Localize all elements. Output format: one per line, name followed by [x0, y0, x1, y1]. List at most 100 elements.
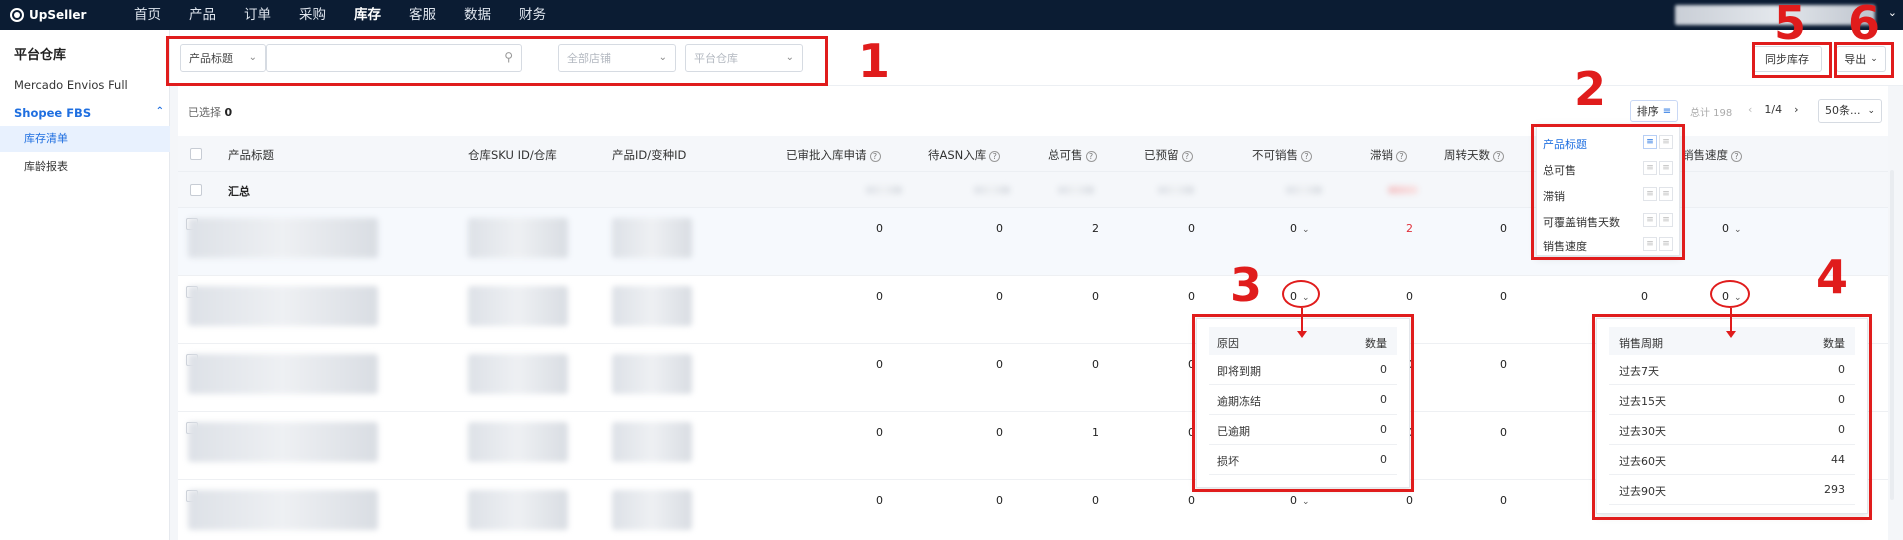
selected-label: 已选择: [188, 106, 221, 119]
page-size-select[interactable]: 50条... ⌄: [1818, 99, 1882, 123]
product-title-blurred: [188, 286, 378, 326]
pending-asn-value: 0: [996, 290, 1003, 303]
product-title-blurred: [188, 218, 378, 258]
nav-data[interactable]: 数据: [450, 0, 505, 30]
page-size-value: 50条...: [1825, 104, 1861, 117]
next-page-icon[interactable]: ›: [1794, 103, 1798, 116]
sort-button[interactable]: 排序 ≡: [1630, 100, 1678, 122]
product-id-blurred: [612, 354, 692, 394]
product-id-blurred: [612, 490, 692, 530]
help-icon[interactable]: ?: [1493, 151, 1504, 162]
col-sales-speed[interactable]: 销售速度?: [1682, 147, 1742, 163]
summary-blurred-value: [1058, 186, 1094, 194]
vertical-scrollbar[interactable]: [1890, 170, 1894, 500]
product-title-blurred: [188, 354, 378, 394]
pending-asn-value: 0: [996, 358, 1003, 371]
nav-finance[interactable]: 财务: [505, 0, 560, 30]
col-product-title[interactable]: 产品标题: [228, 147, 274, 163]
turnover-days-value: 0: [1500, 290, 1507, 303]
col-label: 周转天数: [1444, 148, 1490, 162]
col-label: 已预留: [1144, 148, 1179, 162]
page-indicator: 1/4: [1764, 103, 1783, 116]
sku-blurred: [468, 286, 568, 326]
help-icon[interactable]: ?: [1181, 151, 1193, 162]
turnover-days-value: 0: [1500, 426, 1507, 439]
annotation-number-6: 6: [1848, 0, 1881, 50]
annotation-box-2: [1531, 124, 1685, 260]
annotation-number-3: 3: [1230, 258, 1263, 312]
sidebar-group-shopee-fbs[interactable]: Shopee FBS ⌃: [14, 106, 164, 120]
unsellable-dropdown[interactable]: 0 ⌄: [1290, 494, 1310, 507]
annotation-oval-4: [1710, 280, 1750, 308]
selected-count: 已选择 0: [188, 104, 232, 120]
product-id-blurred: [612, 218, 692, 258]
help-icon[interactable]: ?: [869, 151, 881, 162]
product-id-blurred: [612, 422, 692, 462]
sidebar-item-stock-age-report[interactable]: 库龄报表: [0, 154, 170, 180]
top-navbar: UpSeller 首页 产品 订单 采购 库存 客服 数据 财务 ⌄: [0, 0, 1903, 30]
sidebar-group-label: Shopee FBS: [14, 106, 92, 120]
product-id-blurred: [612, 286, 692, 326]
total-sellable-value: 0: [1092, 358, 1099, 371]
approved-inbound-value: 0: [876, 426, 883, 439]
approved-inbound-value: 0: [876, 290, 883, 303]
sku-blurred: [468, 218, 568, 258]
annotation-box-1: [166, 36, 828, 86]
col-label: 滞销: [1370, 148, 1393, 162]
nav-inventory[interactable]: 库存: [340, 0, 395, 30]
col-label: 销售速度: [1682, 148, 1728, 162]
annotation-number-2: 2: [1574, 62, 1607, 116]
annotation-number-1: 1: [858, 34, 891, 88]
summary-blurred-value: [1158, 186, 1194, 194]
col-product-id[interactable]: 产品ID/变种ID: [612, 147, 686, 163]
nav-products[interactable]: 产品: [175, 0, 230, 30]
annotation-box-3: [1192, 314, 1414, 492]
prev-page-icon[interactable]: ‹: [1748, 103, 1752, 116]
chevron-down-icon: ⌄: [1302, 497, 1310, 507]
help-icon[interactable]: ?: [989, 151, 1001, 162]
help-icon[interactable]: ?: [1731, 151, 1742, 162]
sidebar-title: 平台仓库: [14, 48, 67, 63]
col-reserved[interactable]: 已预留?: [1144, 147, 1193, 163]
col-warehouse-sku[interactable]: 仓库SKU ID/仓库: [468, 147, 557, 163]
help-icon[interactable]: ?: [1085, 151, 1097, 162]
nav-purchase[interactable]: 采购: [285, 0, 340, 30]
logo-text: UpSeller: [29, 8, 87, 22]
col-approved-inbound[interactable]: 已审批入库申请?: [786, 147, 881, 163]
upseller-logo[interactable]: UpSeller: [10, 8, 110, 22]
sidebar-item-mercado-envios-full[interactable]: Mercado Envios Full: [14, 78, 128, 92]
chevron-down-icon[interactable]: ⌄: [1888, 6, 1897, 19]
help-icon[interactable]: ?: [1301, 151, 1312, 162]
annotation-number-4: 4: [1816, 250, 1849, 304]
nav-service[interactable]: 客服: [395, 0, 450, 30]
sidebar: 平台仓库 Mercado Envios Full Shopee FBS ⌃ 库存…: [0, 30, 170, 540]
annotation-oval-3: [1282, 280, 1320, 308]
col-pending-asn[interactable]: 待ASN入库?: [928, 147, 1001, 163]
slow-moving-value: 0: [1406, 290, 1413, 303]
chevron-down-icon: ⌄: [1302, 225, 1310, 235]
select-all-checkbox[interactable]: [190, 148, 202, 160]
reserved-value: 0: [1188, 290, 1195, 303]
sales-speed-value: 0: [1722, 222, 1729, 235]
help-icon[interactable]: ?: [1396, 151, 1407, 162]
col-unsellable[interactable]: 不可销售?: [1252, 147, 1312, 163]
reserved-value: 0: [1188, 222, 1195, 235]
nav-orders[interactable]: 订单: [230, 0, 285, 30]
summary-checkbox[interactable]: [190, 184, 202, 196]
col-total-sellable[interactable]: 总可售?: [1048, 147, 1097, 163]
col-turnover-days[interactable]: 周转天数?: [1444, 147, 1504, 163]
product-title-blurred: [188, 490, 378, 530]
turnover-days-value: 0: [1500, 222, 1507, 235]
summary-blurred-value: [1286, 186, 1322, 194]
nav-home[interactable]: 首页: [120, 0, 175, 30]
sales-speed-dropdown[interactable]: 0 ⌄: [1722, 222, 1742, 235]
total-count: 总计 198: [1690, 108, 1733, 119]
product-title-blurred: [188, 422, 378, 462]
pending-asn-value: 0: [996, 222, 1003, 235]
sku-blurred: [468, 422, 568, 462]
unsellable-value: 0: [1290, 222, 1297, 235]
turnover-days-value: 0: [1500, 494, 1507, 507]
sidebar-item-inventory-list[interactable]: 库存清单: [0, 126, 170, 152]
col-slow-moving[interactable]: 滞销?: [1370, 147, 1407, 163]
unsellable-dropdown[interactable]: 0 ⌄: [1290, 222, 1310, 235]
